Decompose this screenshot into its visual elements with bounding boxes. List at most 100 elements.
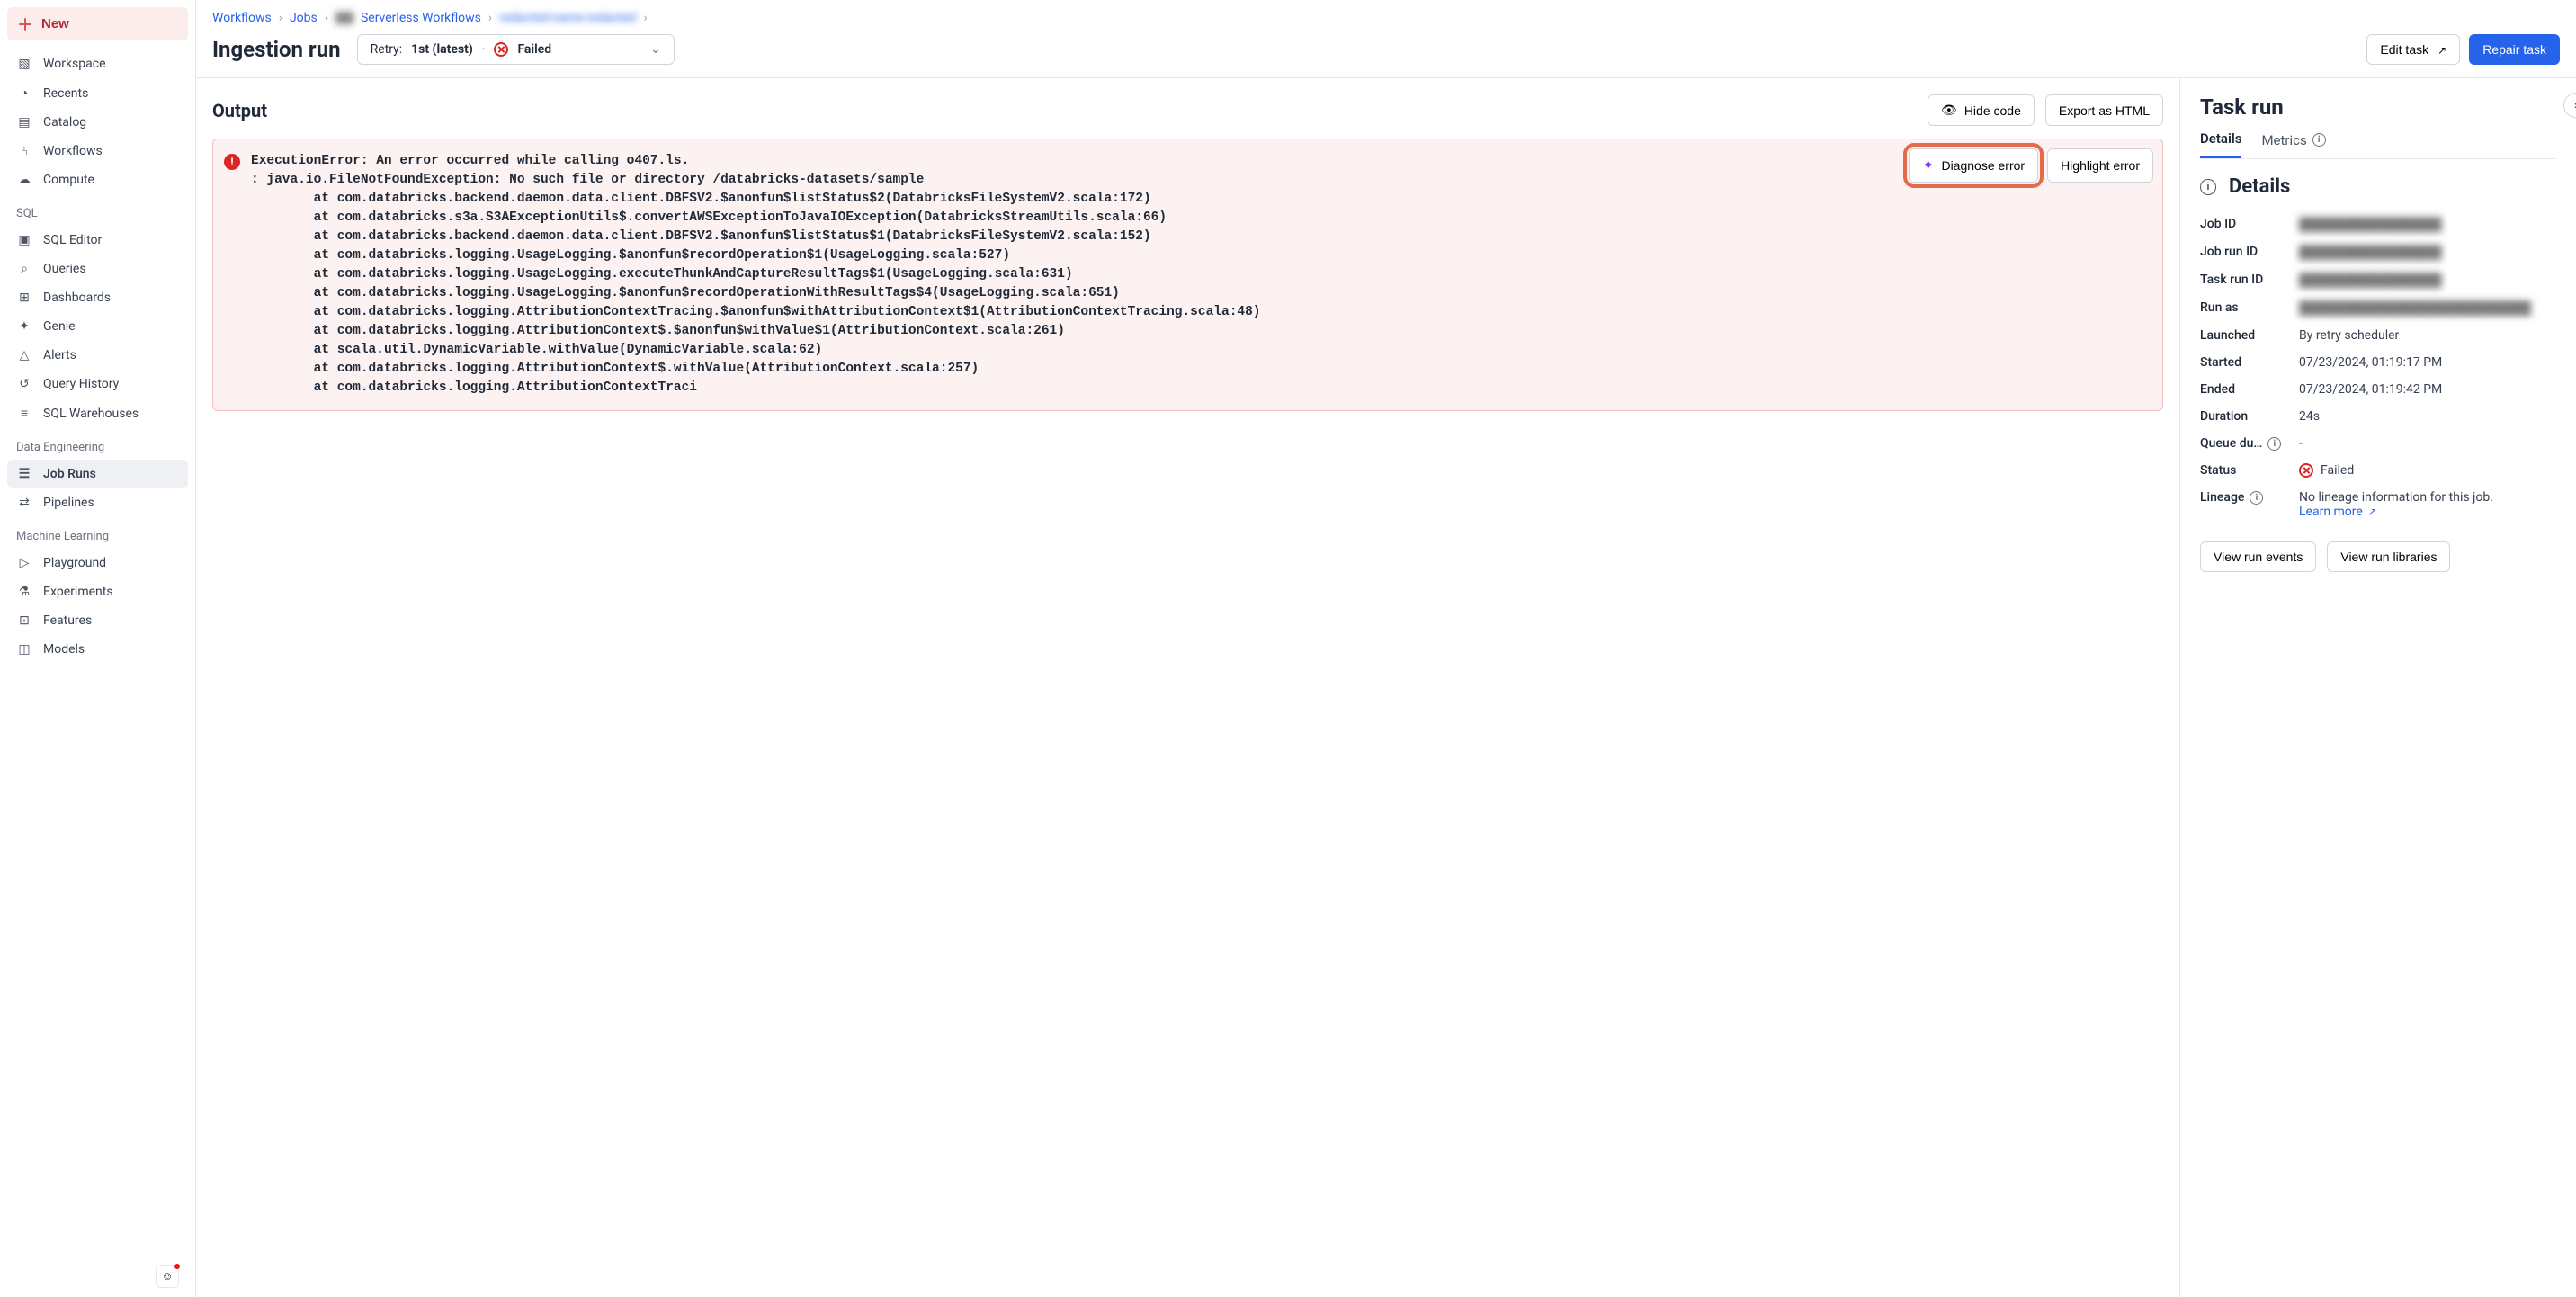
repair-task-label: Repair task (2482, 42, 2546, 57)
task-run-panel: Task run Details Metricsi i Details Job … (2180, 78, 2576, 1297)
section-title-sql: SQL (7, 194, 188, 226)
info-icon[interactable]: i (2267, 437, 2281, 451)
sidebar-item-label: SQL Warehouses (43, 407, 139, 421)
row-launched: LaunchedBy retry scheduler (2200, 322, 2556, 349)
value[interactable]: ████████████████ (2299, 217, 2556, 232)
button-label: View run libraries (2340, 550, 2437, 564)
edit-task-label: Edit task (2380, 42, 2428, 57)
info-icon: i (2312, 133, 2326, 147)
sidebar-item-label: SQL Editor (43, 233, 102, 247)
sidebar-item-sql-warehouses[interactable]: ≡ SQL Warehouses (7, 398, 188, 428)
grid-icon: ⊡ (16, 613, 32, 628)
details-heading-label: Details (2229, 175, 2290, 198)
label: Lineagei (2200, 490, 2299, 505)
new-button[interactable]: New (7, 7, 188, 40)
info-icon[interactable]: i (2250, 491, 2263, 505)
cloud-icon: ☁ (16, 173, 32, 187)
sidebar-item-pipelines[interactable]: ⇄Pipelines (7, 488, 188, 517)
sidebar-item-alerts[interactable]: △ Alerts (7, 341, 188, 370)
cube-icon: ◫ (16, 642, 32, 657)
sidebar-item-label: Genie (43, 319, 76, 334)
sidebar-item-experiments[interactable]: ⚗Experiments (7, 577, 188, 606)
row-status: StatusFailed (2200, 457, 2556, 484)
sidebar-item-models[interactable]: ◫ Models (7, 635, 188, 664)
row-started: Started07/23/2024, 01:19:17 PM (2200, 349, 2556, 376)
list-icon: ☰ (16, 467, 32, 481)
diagnose-error-button[interactable]: ✦Diagnose error (1909, 148, 2038, 183)
sidebar-item-queries[interactable]: ⌕Queries (7, 255, 188, 283)
repair-task-button[interactable]: Repair task (2469, 34, 2560, 65)
sidebar-item-label: Workspace (43, 57, 106, 71)
info-icon: i (2200, 179, 2216, 195)
tab-details[interactable]: Details (2200, 130, 2241, 158)
export-html-button[interactable]: Export as HTML (2045, 94, 2163, 126)
dashboard-icon: ⊞ (16, 291, 32, 305)
external-link-icon (2366, 505, 2376, 519)
sidebar-item-features[interactable]: ⊡Features (7, 606, 188, 635)
breadcrumb: Workflows › Jobs › Serverless Workflows … (212, 11, 2560, 25)
plus-icon (18, 17, 32, 31)
hide-code-button[interactable]: 👁Hide code (1928, 94, 2035, 126)
chevron-right-icon: › (643, 11, 647, 25)
sidebar-item-workspace[interactable]: ▧Workspace (7, 49, 188, 78)
smile-icon: ☺ (161, 1269, 173, 1284)
clock-icon: ◔ (16, 85, 32, 101)
breadcrumb-redacted-job[interactable]: redacted-name-redacted (499, 11, 636, 25)
value: - (2299, 436, 2556, 451)
feedback-button[interactable]: ☺ (156, 1265, 179, 1288)
chevron-down-icon: ⌄ (650, 42, 661, 57)
output-panel: Output 👁Hide code Export as HTML ! ✦Diag… (196, 78, 2180, 1297)
view-run-libraries-button[interactable]: View run libraries (2327, 541, 2450, 572)
row-run-as: Run as██████████████████████████ (2200, 294, 2556, 322)
sidebar-item-catalog[interactable]: ▤Catalog (7, 108, 188, 137)
edit-task-button[interactable]: Edit task (2366, 34, 2460, 65)
sidebar-item-genie[interactable]: ✦Genie (7, 312, 188, 341)
breadcrumb-jobs[interactable]: Jobs (290, 11, 318, 25)
value[interactable]: ████████████████ (2299, 245, 2556, 260)
retry-prefix: Retry: (371, 42, 403, 57)
view-run-events-button[interactable]: View run events (2200, 541, 2316, 572)
play-icon: ▷ (16, 556, 32, 570)
value: ██████████████████████████ (2299, 300, 2556, 316)
label: Ended (2200, 382, 2299, 397)
value[interactable]: ████████████████ (2299, 273, 2556, 288)
sidebar-item-job-runs[interactable]: ☰ Job Runs (7, 460, 188, 488)
breadcrumb-workflows[interactable]: Workflows (212, 11, 272, 25)
label: Job run ID (2200, 245, 2299, 259)
external-link-icon (2436, 42, 2446, 57)
sidebar-item-label: Playground (43, 556, 106, 570)
workflow-icon: ⑃ (16, 144, 32, 158)
button-label: View run events (2214, 550, 2303, 564)
sidebar-item-label: Dashboards (43, 291, 111, 305)
breadcrumb-serverless[interactable]: Serverless Workflows (361, 11, 481, 25)
task-run-tabs: Details Metricsi (2200, 130, 2556, 159)
sidebar-item-recents[interactable]: ◔ Recents (7, 78, 188, 108)
retry-dropdown[interactable]: Retry: 1st (latest) · Failed ⌄ (357, 34, 675, 65)
value: 24s (2299, 409, 2556, 424)
bell-icon: △ (16, 348, 32, 362)
learn-more-link[interactable]: Learn more (2299, 505, 2376, 519)
sidebar-item-playground[interactable]: ▷ Playground (7, 549, 188, 577)
row-lineage: LineageiNo lineage information for this … (2200, 484, 2556, 525)
sidebar-item-label: Models (43, 642, 85, 657)
fail-icon (494, 42, 508, 57)
tab-metrics[interactable]: Metricsi (2261, 130, 2325, 158)
error-badge-icon: ! (224, 154, 240, 170)
highlight-error-button[interactable]: Highlight error (2047, 148, 2153, 183)
sidebar-item-query-history[interactable]: ↺Query History (7, 370, 188, 398)
database-icon: ≡ (16, 406, 32, 421)
value: Failed (2299, 463, 2556, 478)
sidebar-item-label: Alerts (43, 348, 76, 362)
label: Status (2200, 463, 2299, 478)
sidebar-item-sql-editor[interactable]: ▣SQL Editor (7, 226, 188, 255)
section-title-ml: Machine Learning (7, 517, 188, 549)
sidebar-item-label: Catalog (43, 115, 86, 130)
sidebar-item-label: Experiments (43, 585, 113, 599)
sidebar-item-label: Job Runs (43, 467, 96, 481)
sidebar-item-compute[interactable]: ☁Compute (7, 165, 188, 194)
label: Launched (2200, 328, 2299, 343)
sidebar-item-dashboards[interactable]: ⊞ Dashboards (7, 283, 188, 312)
retry-sep: · (482, 42, 486, 57)
sidebar-item-label: Recents (43, 86, 88, 101)
sidebar-item-workflows[interactable]: ⑃Workflows (7, 137, 188, 165)
